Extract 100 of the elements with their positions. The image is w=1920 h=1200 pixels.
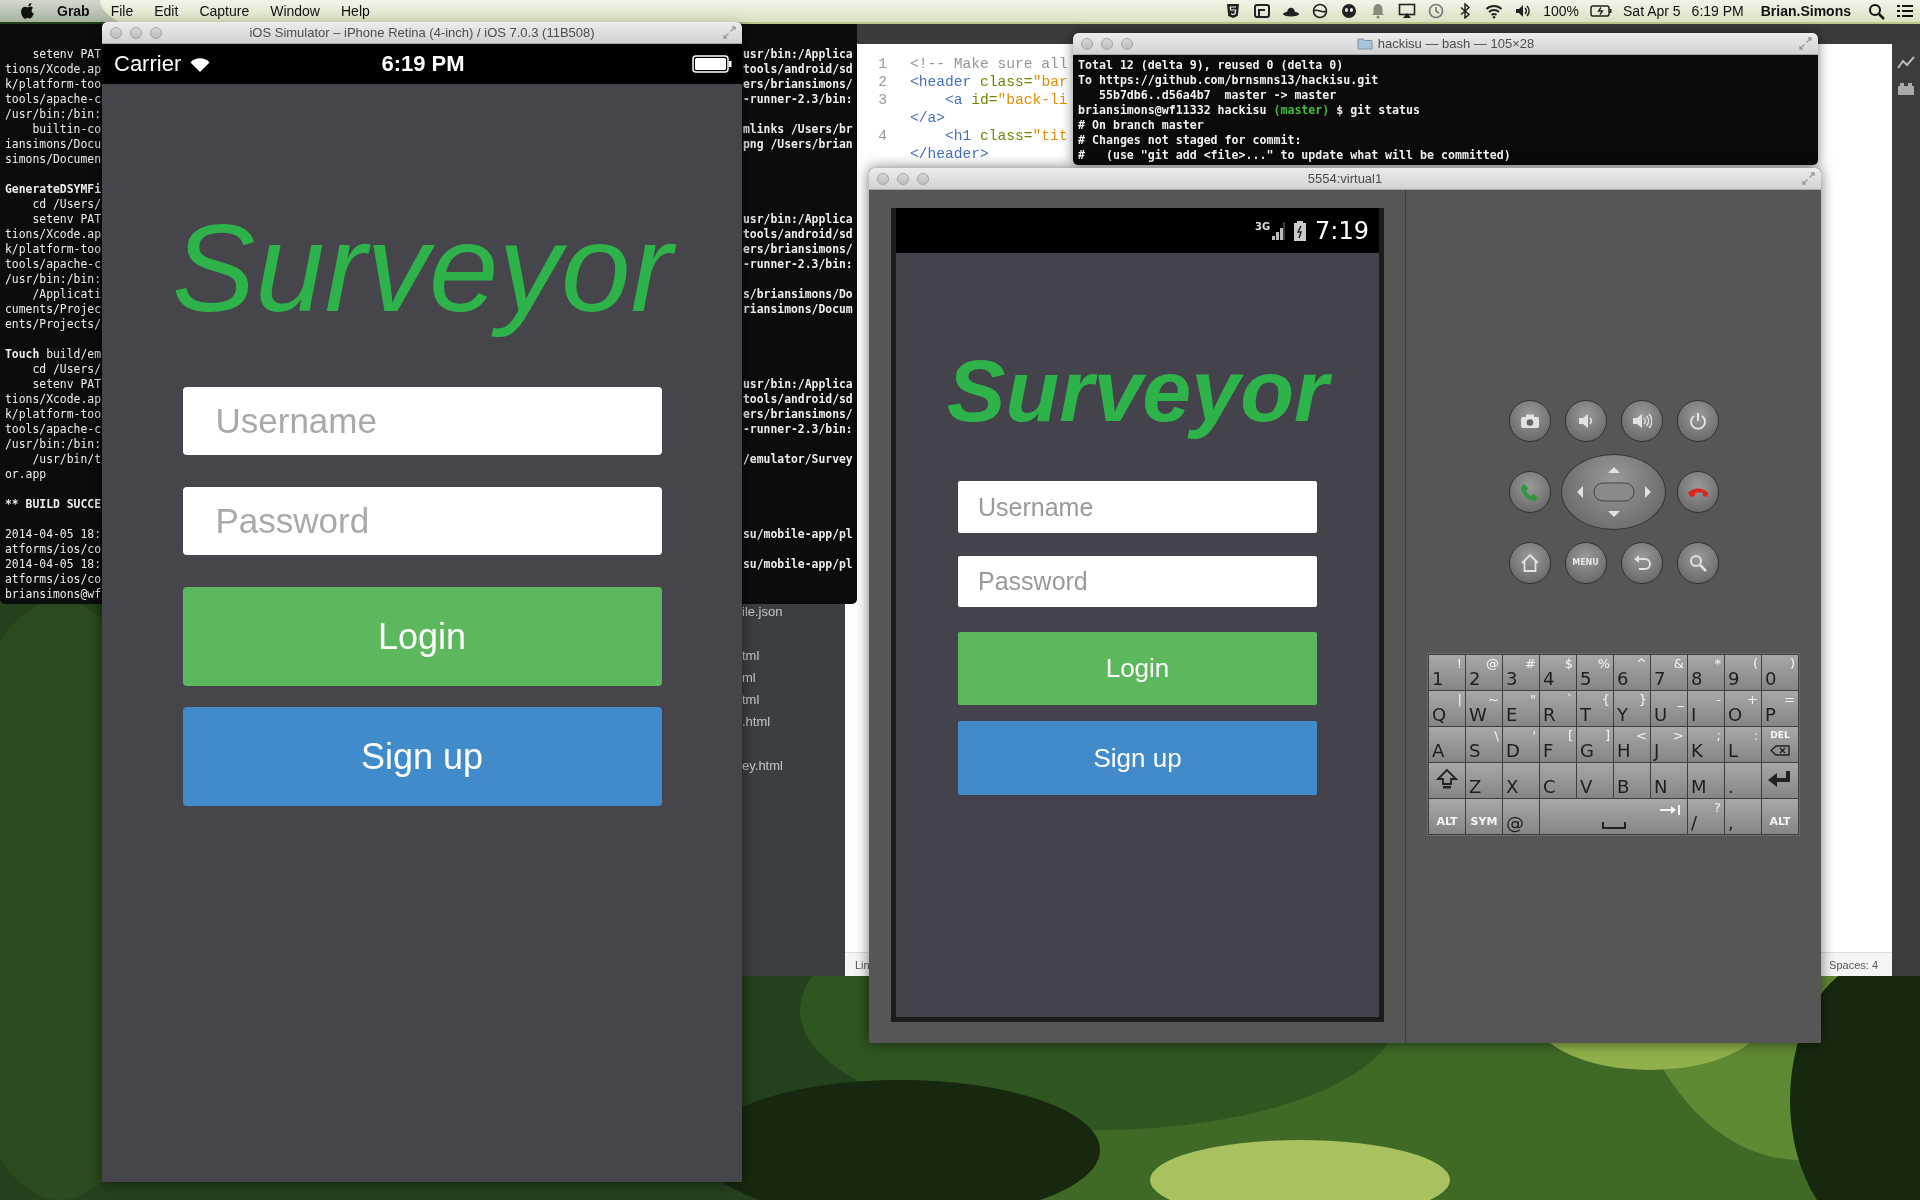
key[interactable]: . xyxy=(1725,763,1761,798)
key[interactable]: 5 % xyxy=(1577,655,1613,690)
terminal-text: tions/Xcode.ap xyxy=(5,227,102,242)
key[interactable]: R ` xyxy=(1540,691,1576,726)
key[interactable]: A xyxy=(1429,727,1465,762)
key[interactable]: U _ xyxy=(1651,691,1687,726)
key[interactable]: B xyxy=(1614,763,1650,798)
key[interactable]: / ? xyxy=(1688,799,1724,834)
menu-button[interactable]: MENU xyxy=(1564,541,1607,584)
terminal-text: 2014-04-05 18: xyxy=(5,557,102,572)
power-icon xyxy=(1688,411,1707,430)
key[interactable]: 7 & xyxy=(1651,655,1687,690)
sidebar-filename[interactable]: .html xyxy=(742,714,771,736)
sidebar-filename[interactable]: ey.html xyxy=(742,758,783,780)
username-field[interactable]: Username xyxy=(958,481,1317,533)
user-name[interactable]: Brian.Simons xyxy=(1760,3,1851,19)
disc-icon[interactable] xyxy=(1340,3,1359,19)
key[interactable]: 1 ! xyxy=(1429,655,1465,690)
key[interactable]: H < xyxy=(1614,727,1650,762)
terminal-text: tions/Xcode.ap xyxy=(5,62,102,77)
window-icon[interactable] xyxy=(1253,3,1272,19)
menu-item[interactable]: Edit xyxy=(154,3,179,19)
key[interactable]: 3 # xyxy=(1503,655,1539,690)
sidebar-filename[interactable]: tml xyxy=(742,692,760,714)
terminal-text: iansimons/Docu xyxy=(5,137,102,152)
key[interactable]: 2 @ xyxy=(1466,655,1502,690)
key[interactable]: C xyxy=(1540,763,1576,798)
key[interactable]: Z xyxy=(1466,763,1502,798)
menu-item[interactable]: Help xyxy=(341,3,370,19)
key[interactable]: Y } xyxy=(1614,691,1650,726)
key[interactable]: P = xyxy=(1762,691,1798,726)
terminal-text: /Applicati xyxy=(31,287,102,302)
brick-icon[interactable] xyxy=(1897,82,1915,96)
menu-icon[interactable] xyxy=(1896,3,1914,19)
zigzag-icon[interactable] xyxy=(1897,56,1915,70)
search-icon[interactable] xyxy=(1868,2,1885,20)
key[interactable]: X xyxy=(1503,763,1539,798)
key[interactable]: 0 ) xyxy=(1762,655,1798,690)
key[interactable]: T { xyxy=(1577,691,1613,726)
key[interactable]: 6 ^ xyxy=(1614,655,1650,690)
key[interactable]: 9 ( xyxy=(1725,655,1761,690)
username-field[interactable]: Username xyxy=(182,387,662,456)
terminal-line: To https://github.com/brnsmns13/hackisu.git xyxy=(1078,73,1379,88)
code-line: <!-- Make sure all xyxy=(910,55,1068,73)
speaker-icon[interactable] xyxy=(1514,3,1533,19)
circle-icon[interactable] xyxy=(1311,3,1330,19)
key[interactable]: V xyxy=(1577,763,1613,798)
menu-item[interactable]: Capture xyxy=(199,3,250,19)
signup-button[interactable]: Sign up xyxy=(182,707,662,807)
battery-percent: 100% xyxy=(1543,3,1579,19)
terminal-text: /emulator/Survey xyxy=(743,452,854,467)
sidebar-filename[interactable]: tml xyxy=(742,648,760,670)
key[interactable]: 4 $ xyxy=(1540,655,1576,690)
password-field[interactable]: Password xyxy=(182,487,662,556)
airplay-icon[interactable] xyxy=(1398,3,1417,19)
key[interactable]: M xyxy=(1688,763,1724,798)
key[interactable]: Q | xyxy=(1429,691,1465,726)
terminal-text: k/platform-too xyxy=(5,407,102,422)
key[interactable]: D ' xyxy=(1503,727,1539,762)
sidebar-filename[interactable]: ml xyxy=(742,670,756,692)
terminal-text: simons/Documen xyxy=(5,152,102,167)
app-menu[interactable]: Grab xyxy=(57,3,90,19)
password-field[interactable]: Password xyxy=(958,556,1317,607)
key[interactable]: S \ xyxy=(1466,727,1502,762)
clock-icon[interactable] xyxy=(1427,3,1446,19)
terminal-text: tools/apache-c xyxy=(5,257,102,272)
terminal-text: ** BUILD SUCCE xyxy=(5,497,102,512)
battery-icon[interactable] xyxy=(1590,5,1612,17)
key[interactable]: ALT xyxy=(1762,799,1798,834)
key[interactable]: I - xyxy=(1688,691,1724,726)
wifi-icon[interactable] xyxy=(1485,3,1504,19)
key[interactable]: , xyxy=(1725,799,1761,834)
menu-item[interactable]: Window xyxy=(270,3,320,19)
key[interactable]: ALT xyxy=(1429,799,1465,834)
key[interactable]: N xyxy=(1651,763,1687,798)
signup-button[interactable]: Sign up xyxy=(958,721,1317,795)
key[interactable]: J > xyxy=(1651,727,1687,762)
key[interactable]: K ; xyxy=(1688,727,1724,762)
key[interactable]: O + xyxy=(1725,691,1761,726)
enter-key[interactable] xyxy=(1762,763,1798,798)
menu-item[interactable]: File xyxy=(110,3,134,19)
terminal-text: tools/android/sd xyxy=(743,62,854,77)
code-line: <header class="bar xyxy=(910,73,1068,91)
terminal-text: tools/android/sd xyxy=(743,392,854,407)
key[interactable]: @ xyxy=(1503,799,1539,834)
key[interactable]: G ] xyxy=(1577,727,1613,762)
indent-setting[interactable]: Spaces: 4 xyxy=(1829,958,1878,971)
key[interactable]: L : xyxy=(1725,727,1761,762)
key[interactable]: 8 * xyxy=(1688,655,1724,690)
loud-speaker-icon xyxy=(1631,412,1652,429)
key[interactable]: E " xyxy=(1503,691,1539,726)
window-title: hackisu — bash — 105×28 xyxy=(1377,36,1535,51)
key[interactable]: SYM xyxy=(1466,799,1502,834)
key[interactable]: F [ xyxy=(1540,727,1576,762)
terminal-text: k/platform-too xyxy=(5,242,102,257)
terminal-text: cd /Users/ xyxy=(31,197,102,212)
apple-icon[interactable] xyxy=(20,2,36,20)
shift-key[interactable] xyxy=(1429,763,1465,798)
sidebar-filename[interactable]: ile.json xyxy=(742,604,783,626)
key[interactable]: W ~ xyxy=(1466,691,1502,726)
